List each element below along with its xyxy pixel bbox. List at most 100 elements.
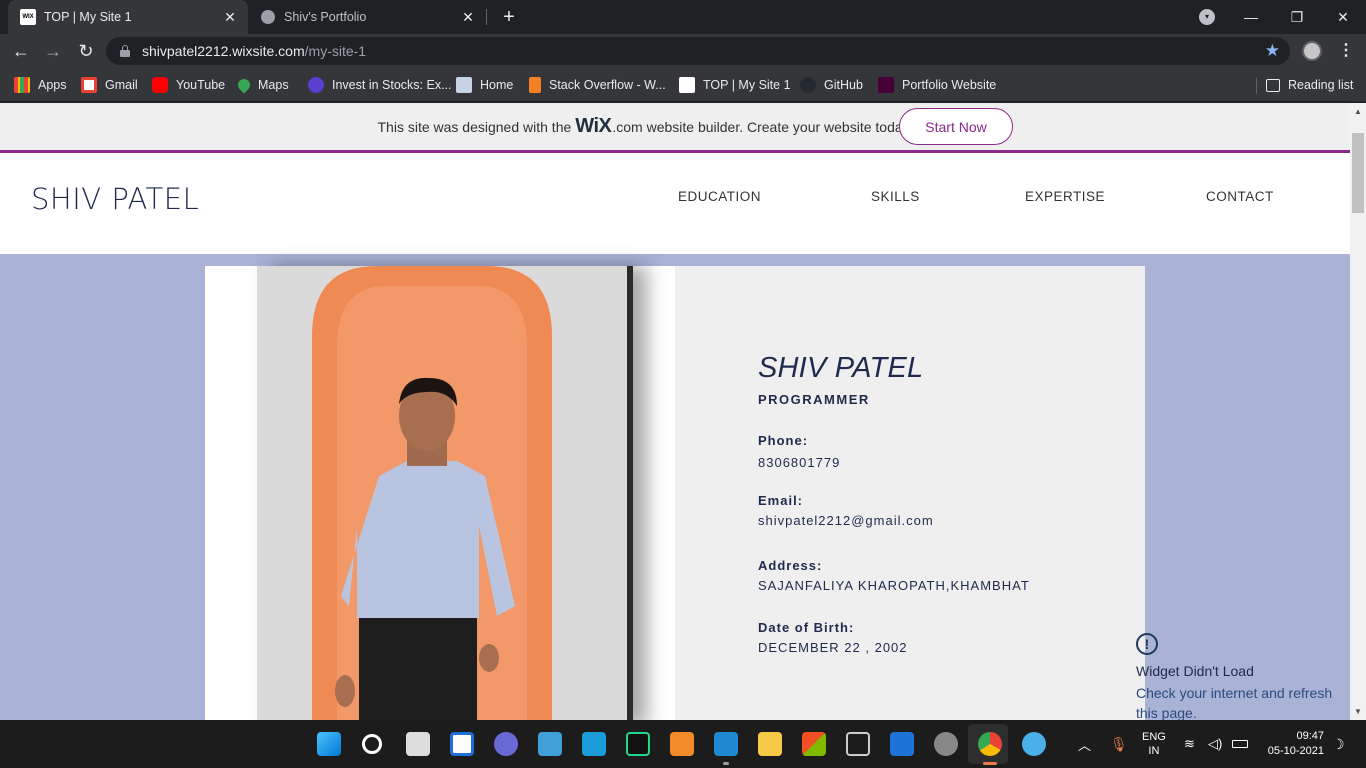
reading-list-icon bbox=[1266, 78, 1280, 92]
volume-icon[interactable]: ◁) bbox=[1208, 720, 1222, 768]
page-viewport: This site was designed with the WiX .com… bbox=[0, 103, 1350, 720]
wix-banner-text-before: This site was designed with the bbox=[377, 118, 572, 135]
start-now-button[interactable]: Start Now bbox=[899, 108, 1013, 145]
teams-chat-icon[interactable] bbox=[494, 732, 518, 756]
store-icon[interactable] bbox=[802, 732, 826, 756]
wix-logo: WiX bbox=[575, 115, 612, 137]
gmail-icon bbox=[81, 77, 97, 93]
close-tab-icon[interactable]: ✕ bbox=[222, 9, 238, 25]
stackoverflow-icon bbox=[529, 77, 541, 93]
page-scrollbar[interactable]: ▲ ▼ bbox=[1350, 103, 1366, 720]
bookmarks-separator bbox=[1256, 78, 1257, 94]
reload-button[interactable]: ↻ bbox=[74, 39, 98, 63]
pycharm-icon[interactable] bbox=[626, 732, 650, 756]
nav-expertise[interactable]: EXPERTISE bbox=[1025, 189, 1105, 204]
bookmark-youtube[interactable]: YouTube bbox=[152, 76, 225, 94]
dob-value: DECEMBER 22 , 2002 bbox=[758, 640, 908, 655]
maps-icon bbox=[235, 76, 253, 94]
start-icon[interactable] bbox=[317, 732, 341, 756]
menu-kebab-icon[interactable]: ⋮ bbox=[1338, 40, 1354, 62]
bookmark-github[interactable]: GitHub bbox=[800, 76, 863, 94]
email-value[interactable]: shivpatel2212@gmail.com bbox=[758, 513, 934, 528]
url-text: shivpatel2212.wixsite.com/my-site-1 bbox=[142, 43, 367, 59]
new-tab-button[interactable]: + bbox=[498, 6, 520, 28]
phone-label: Phone: bbox=[758, 433, 809, 448]
monitor-icon[interactable] bbox=[582, 732, 606, 756]
wifi-icon[interactable]: ≋ bbox=[1184, 720, 1195, 768]
scroll-up-icon[interactable]: ▲ bbox=[1354, 107, 1362, 116]
home-icon bbox=[456, 77, 472, 93]
lock-icon[interactable] bbox=[120, 45, 130, 57]
pdf-icon[interactable] bbox=[846, 732, 870, 756]
wix-banner-text-after: .com website builder. Create your websit… bbox=[612, 118, 913, 135]
tab-title: Shiv's Portfolio bbox=[284, 10, 367, 24]
tab-top-my-site[interactable]: WIX TOP | My Site 1 ✕ bbox=[8, 0, 248, 34]
running-indicator bbox=[983, 762, 997, 765]
apps-icon bbox=[14, 77, 30, 93]
address-bar[interactable]: shivpatel2212.wixsite.com/my-site-1 ★ bbox=[106, 37, 1290, 65]
tab-shivs-portfolio[interactable]: Shiv's Portfolio ✕ bbox=[250, 0, 486, 34]
taskbar: ︿ 🎙 ENG IN ≋ ◁) 09:47 05-10-2021 ☽ bbox=[0, 720, 1366, 768]
bookmark-stackoverflow[interactable]: Stack Overflow - W... bbox=[529, 76, 666, 94]
scrollbar-thumb[interactable] bbox=[1352, 133, 1364, 213]
focus-assist-icon[interactable]: ☽ bbox=[1332, 720, 1345, 768]
youtube-icon bbox=[152, 77, 168, 93]
back-button[interactable]: ← bbox=[9, 39, 33, 63]
site-logo-text[interactable]: SHIV PATEL bbox=[31, 182, 199, 216]
bookmark-top-my-site[interactable]: TOP | My Site 1 bbox=[679, 76, 791, 94]
maximize-button[interactable]: ❐ bbox=[1274, 0, 1320, 34]
settings-gear-icon[interactable] bbox=[934, 732, 958, 756]
tab-search-icon[interactable]: ▾ bbox=[1199, 9, 1215, 25]
tray-chevron-icon[interactable]: ︿ bbox=[1078, 720, 1091, 768]
stocks-icon bbox=[308, 77, 324, 93]
widgets-icon[interactable] bbox=[450, 732, 474, 756]
nav-contact[interactable]: CONTACT bbox=[1206, 189, 1274, 204]
close-tab-icon[interactable]: ✕ bbox=[460, 9, 476, 25]
widget-error-message: Check your internet and refresh this pag… bbox=[1136, 685, 1333, 720]
nav-education[interactable]: EDUCATION bbox=[678, 189, 761, 204]
forward-button[interactable]: → bbox=[41, 39, 65, 63]
bookmark-home[interactable]: Home bbox=[456, 76, 513, 94]
widget-error-title: Widget Didn't Load bbox=[1136, 663, 1254, 679]
profile-name: SHIV PATEL bbox=[758, 352, 924, 384]
language-indicator[interactable]: ENG IN bbox=[1142, 720, 1166, 768]
mail-icon[interactable] bbox=[890, 732, 914, 756]
tab-divider bbox=[486, 9, 487, 25]
sublime-text-icon[interactable] bbox=[670, 732, 694, 756]
battery-icon[interactable] bbox=[1232, 720, 1248, 768]
email-label: Email: bbox=[758, 493, 804, 508]
vscode-icon[interactable] bbox=[714, 732, 738, 756]
bookmark-star-icon[interactable]: ★ bbox=[1265, 41, 1280, 61]
weather-icon[interactable] bbox=[1022, 732, 1046, 756]
bookmark-gmail[interactable]: Gmail bbox=[81, 76, 138, 94]
bookmark-stocks[interactable]: Invest in Stocks: Ex... bbox=[308, 76, 452, 94]
minimize-button[interactable]: — bbox=[1228, 0, 1274, 34]
notepad-icon[interactable] bbox=[538, 732, 562, 756]
widget-error: ! Widget Didn't Load Check your internet… bbox=[1136, 633, 1346, 720]
github-icon bbox=[800, 77, 816, 93]
close-window-button[interactable]: ✕ bbox=[1320, 0, 1366, 34]
tab-strip: WIX TOP | My Site 1 ✕ Shiv's Portfolio ✕… bbox=[0, 0, 1366, 34]
profile-avatar[interactable] bbox=[1302, 41, 1322, 61]
scroll-down-icon[interactable]: ▼ bbox=[1354, 707, 1362, 716]
search-icon[interactable] bbox=[362, 734, 382, 754]
microphone-icon[interactable]: 🎙 bbox=[1110, 720, 1128, 768]
profile-info-card: SHIV PATEL PROGRAMMER Phone: 8306801779 … bbox=[675, 266, 1145, 720]
wix-icon bbox=[679, 77, 695, 93]
chrome-icon[interactable] bbox=[978, 732, 1002, 756]
reading-list-button[interactable]: Reading list bbox=[1266, 76, 1353, 94]
bookmarks-bar: Apps Gmail YouTube Maps Invest in Stocks… bbox=[0, 68, 1366, 102]
xd-icon bbox=[878, 77, 894, 93]
site-header: SHIV PATEL EDUCATION SKILLS EXPERTISE CO… bbox=[0, 153, 1350, 254]
file-explorer-icon[interactable] bbox=[758, 732, 782, 756]
nav-skills[interactable]: SKILLS bbox=[871, 189, 920, 204]
profile-photo bbox=[257, 266, 633, 720]
bookmark-portfolio[interactable]: Portfolio Website bbox=[878, 76, 996, 94]
browser-toolbar: ← → ↻ shivpatel2212.wixsite.com/my-site-… bbox=[0, 34, 1366, 68]
globe-icon bbox=[260, 9, 276, 25]
bookmark-apps[interactable]: Apps bbox=[14, 76, 67, 94]
bookmark-maps[interactable]: Maps bbox=[235, 76, 289, 94]
task-view-icon[interactable] bbox=[406, 732, 430, 756]
clock[interactable]: 09:47 05-10-2021 bbox=[1262, 720, 1324, 768]
address-label: Address: bbox=[758, 558, 823, 573]
